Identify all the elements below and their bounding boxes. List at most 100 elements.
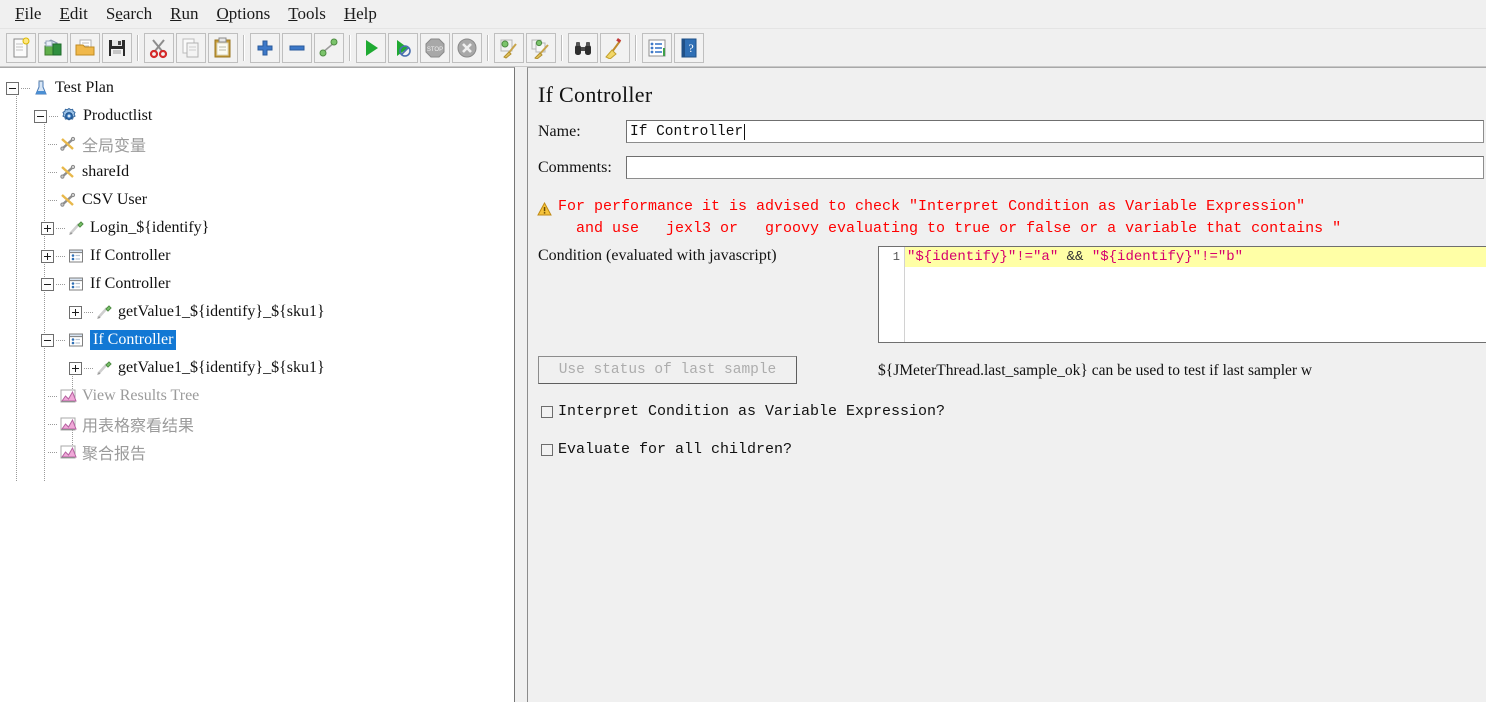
toggle-icon[interactable] [314,32,344,63]
name-input[interactable]: If Controller [626,120,1484,143]
tree-node-table-results[interactable]: 用表格察看结果 [0,410,514,438]
menu-run[interactable]: Run [161,2,207,26]
comments-row: Comments: [538,156,1486,179]
tree-node-label: 用表格察看结果 [82,418,195,435]
tree-node-label: CSV User [82,191,148,208]
collapse-handle-icon[interactable] [34,109,47,123]
listener-chart-icon [58,386,78,406]
if-controller-icon [66,330,86,350]
collapse-handle-icon[interactable] [41,277,54,291]
config-element-tools-icon [58,134,78,154]
condition-token-string-2: "${identify}"!="b" [1091,249,1244,265]
expand-plus-icon[interactable] [250,32,280,63]
open-folder-icon[interactable] [70,32,100,63]
tree-connector [48,423,57,425]
paste-clipboard-icon[interactable] [208,32,238,63]
collapse-handle-icon[interactable] [41,333,54,347]
condition-code-area[interactable]: "${identify}"!="a" && "${identify}"!="b" [905,247,1486,342]
evaluate-children-checkbox[interactable] [541,443,553,456]
menu-tools[interactable]: Tools [279,2,335,26]
start-play-icon[interactable] [356,32,386,63]
shutdown-icon[interactable] [452,32,482,63]
sampler-pipette-icon [94,358,114,378]
start-no-timers-icon[interactable] [388,32,418,63]
tree-connector [48,199,57,201]
function-helper-icon[interactable] [642,32,672,63]
menu-help[interactable]: Help [335,2,386,26]
tree-node-getvalue1-a[interactable]: getValue1_${identify}_${sku1} [0,298,514,326]
tree-connector [56,227,65,229]
tree-node-label: View Results Tree [82,387,200,404]
new-file-icon[interactable] [6,32,36,63]
if-controller-icon [66,274,86,294]
menu-file[interactable]: File [6,2,50,26]
interpret-condition-label: Interpret Condition as Variable Expressi… [558,403,946,420]
tree-connector [48,143,57,145]
tree-node-test-plan[interactable]: Test Plan [0,74,514,102]
tree-connector [84,367,93,369]
expand-handle-icon[interactable] [41,221,54,235]
tree-node-csv-user[interactable]: CSV User [0,186,514,214]
menu-help-rest: elp [356,4,377,23]
tree-node-view-results-tree[interactable]: View Results Tree [0,382,514,410]
tree-node-label: If Controller [90,330,177,350]
templates-icon[interactable] [38,32,68,63]
tree-node-label: getValue1_${identify}_${sku1} [118,359,325,376]
tree-node-if-controller-2[interactable]: If Controller [0,270,514,298]
use-status-button-label: Use status of last sample [558,362,777,378]
condition-token-operator: && [1058,249,1092,265]
condition-label: Condition (evaluated with javascript) [538,247,777,264]
collapse-handle-icon[interactable] [6,81,19,95]
tree-node-label: getValue1_${identify}_${sku1} [118,303,325,320]
search-binoculars-icon[interactable] [568,32,598,63]
tree-node-login-sampler[interactable]: Login_${identify} [0,214,514,242]
clear-all-broom-icon[interactable] [526,32,556,63]
toolbar-separator [487,34,489,61]
warning-line-1: For performance it is advised to check ″… [558,198,1306,215]
test-plan-tree-pane[interactable]: Test Plan Productlist 全局变量 shareId CSV U… [0,67,515,702]
use-status-of-last-sample-button[interactable]: Use status of last sample [538,356,797,384]
tree-node-global-vars[interactable]: 全局变量 [0,130,514,158]
toolbar-separator [635,34,637,61]
tree-node-label: If Controller [90,275,171,292]
menu-search[interactable]: Search [97,2,161,26]
tree-node-productlist[interactable]: Productlist [0,102,514,130]
copy-pages-icon[interactable] [176,32,206,63]
toolbar-separator [243,34,245,61]
tree-node-if-controller-1[interactable]: If Controller [0,242,514,270]
tree-node-aggregate-report[interactable]: 聚合报告 [0,438,514,466]
tree-node-label: Login_${identify} [90,219,210,236]
menu-edit[interactable]: Edit [50,2,96,26]
listener-chart-icon [58,442,78,462]
clear-broom-icon[interactable] [494,32,524,63]
cut-scissors-icon[interactable] [144,32,174,63]
listener-chart-icon [58,414,78,434]
thread-group-gear-icon [59,106,79,126]
tree-node-getvalue1-b[interactable]: getValue1_${identify}_${sku1} [0,354,514,382]
interpret-condition-checkbox[interactable] [541,405,553,418]
expand-handle-icon[interactable] [69,361,82,375]
jmeter-window: File Edit Search Run Options Tools Help [0,0,1486,702]
name-row: Name: If Controller [538,120,1486,143]
expand-handle-icon[interactable] [41,249,54,263]
pane-splitter[interactable] [515,67,527,702]
tree-connector [84,311,93,313]
menu-options[interactable]: Options [207,2,279,26]
toolbar: STOP ? [0,29,1486,67]
tree-node-shareid[interactable]: shareId [0,158,514,186]
tree-node-label: 全局变量 [82,138,147,155]
tree-node-if-controller-selected[interactable]: If Controller [0,326,514,354]
config-element-tools-icon [58,162,78,182]
collapse-minus-icon[interactable] [282,32,312,63]
help-book-icon[interactable]: ? [674,32,704,63]
reset-search-broom-icon[interactable] [600,32,630,63]
expand-handle-icon[interactable] [69,305,82,319]
evaluate-children-checkbox-row[interactable]: Evaluate for all children? [541,441,792,458]
save-floppy-icon[interactable] [102,32,132,63]
condition-editor[interactable]: 1 "${identify}"!="a" && "${identify}"!="… [878,246,1486,343]
stop-icon[interactable]: STOP [420,32,450,63]
comments-input[interactable] [626,156,1484,179]
toolbar-separator [137,34,139,61]
interpret-condition-checkbox-row[interactable]: Interpret Condition as Variable Expressi… [541,403,945,420]
page-title: If Controller [538,82,653,107]
